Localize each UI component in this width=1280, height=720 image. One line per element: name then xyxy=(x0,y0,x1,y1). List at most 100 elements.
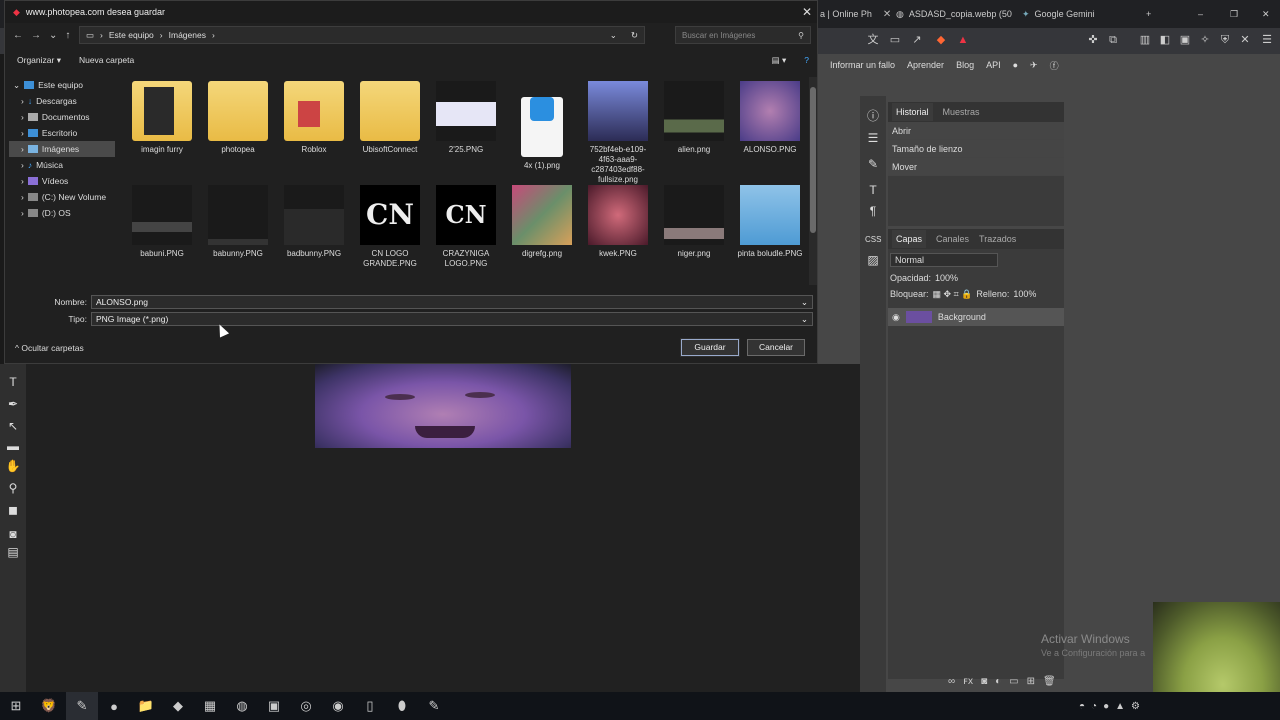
paragraph-icon[interactable]: ¶ xyxy=(865,203,881,219)
translate-icon[interactable]: 文 xyxy=(866,33,880,47)
menu-learn[interactable]: Aprender xyxy=(907,60,944,70)
nav-item-music[interactable]: › ♪ Música xyxy=(9,157,115,173)
character-icon[interactable]: T xyxy=(865,182,881,198)
file-item[interactable]: photopea xyxy=(203,81,273,155)
lock-icon[interactable]: ▦ ✥ ⌗ 🔒 xyxy=(933,289,973,300)
nav-item-videos[interactable]: › Vídeos xyxy=(9,173,115,189)
file-item[interactable]: babunny.PNG xyxy=(203,185,273,259)
brave-rewards-icon[interactable]: ▲ xyxy=(956,33,970,47)
hide-folders-toggle[interactable]: ^ Ocultar carpetas xyxy=(15,343,84,353)
app-icon[interactable]: ◍ xyxy=(226,692,258,720)
back-icon[interactable]: ← xyxy=(13,30,23,41)
share-icon[interactable]: ↗ xyxy=(910,33,924,47)
notepad-icon[interactable]: ▯ xyxy=(354,692,386,720)
menu-icon[interactable]: ☰ xyxy=(1260,33,1274,47)
screenshot-icon[interactable]: ⧉ xyxy=(1106,33,1120,47)
app-icon[interactable]: ▣ xyxy=(258,692,290,720)
menu-blog[interactable]: Blog xyxy=(956,60,974,70)
trash-icon[interactable]: 🗑 xyxy=(1043,676,1056,687)
nav-item-drive-d[interactable]: › (D:) OS xyxy=(9,205,115,221)
file-item[interactable]: Roblox xyxy=(279,81,349,155)
path-select-icon[interactable]: ↖ xyxy=(5,418,21,434)
steam-icon[interactable]: ◎ xyxy=(290,692,322,720)
link-icon[interactable]: ∞ xyxy=(948,676,955,687)
file-item[interactable]: digrefg.png xyxy=(507,185,577,259)
maximize-button[interactable]: ❐ xyxy=(1230,4,1240,24)
breadcrumb-item[interactable]: Este equipo xyxy=(109,30,154,40)
fill-value[interactable]: 100% xyxy=(1013,289,1036,300)
pen-tool-icon[interactable]: ✒ xyxy=(5,396,21,412)
wallet-icon[interactable]: ▣ xyxy=(1178,33,1192,47)
brave-shield-icon[interactable]: ◆ xyxy=(934,33,948,47)
filename-input[interactable]: ALONSO.png ⌄ xyxy=(91,295,813,309)
tab-layers[interactable]: Capas xyxy=(892,230,927,248)
breadcrumb-item[interactable]: Imágenes xyxy=(169,30,206,40)
menu-report-bug[interactable]: Informar un fallo xyxy=(830,60,895,70)
history-item[interactable]: Abrir xyxy=(888,122,1064,140)
chevron-down-icon[interactable]: ⌄ xyxy=(49,30,57,41)
file-explorer-icon[interactable]: 📁 xyxy=(130,692,162,720)
history-item[interactable]: Mover xyxy=(888,158,1064,176)
color-swatch-icon[interactable]: ◼ xyxy=(5,502,21,518)
file-item[interactable]: CN CRAZYNIGA LOGO.PNG xyxy=(431,185,501,269)
start-icon[interactable]: ⊞ xyxy=(0,692,32,720)
tab-channels[interactable]: Canales xyxy=(936,234,969,244)
file-item[interactable]: 2'25.PNG xyxy=(431,81,501,155)
organize-button[interactable]: Organizar ▾ xyxy=(17,55,61,66)
brush-icon[interactable]: ✎ xyxy=(865,156,881,172)
filetype-select[interactable]: PNG Image (*.png) ⌄ xyxy=(91,312,813,326)
image-icon[interactable]: ▨ xyxy=(865,252,881,268)
app-icon[interactable]: ◉ xyxy=(322,692,354,720)
close-extension-icon[interactable]: ✕ xyxy=(1238,33,1252,47)
file-item[interactable]: 752bf4eb-e109-4f63-aaa9-c287403edf88-ful… xyxy=(583,81,653,185)
vpn-icon[interactable]: ⛨ xyxy=(1218,33,1232,47)
history-item[interactable]: Tamaño de lienzo xyxy=(888,140,1064,158)
twitter-icon[interactable]: ✈ xyxy=(1030,60,1038,71)
close-window-button[interactable]: ✕ xyxy=(1262,4,1272,24)
hand-tool-icon[interactable]: ✋ xyxy=(5,458,21,474)
minimize-button[interactable]: – xyxy=(1198,4,1208,24)
opacity-value[interactable]: 100% xyxy=(935,273,958,283)
app-icon[interactable]: ◆ xyxy=(162,692,194,720)
folder-icon[interactable]: ▭ xyxy=(1009,676,1018,687)
up-icon[interactable]: ↑ xyxy=(65,30,70,41)
brave-icon[interactable]: 🦁 xyxy=(32,692,66,720)
mask-icon[interactable]: ◙ xyxy=(981,676,987,687)
blend-mode-select[interactable]: Normal xyxy=(890,253,998,267)
scrollbar-thumb[interactable] xyxy=(810,87,816,233)
reddit-icon[interactable]: ● xyxy=(1013,60,1018,70)
calculator-icon[interactable]: ▦ xyxy=(194,692,226,720)
tray-icon[interactable]: ● xyxy=(1103,701,1109,712)
nav-item-pictures[interactable]: › Imágenes xyxy=(9,141,115,157)
search-input[interactable]: Buscar en Imágenes ⚲ xyxy=(675,26,811,44)
forward-icon[interactable]: → xyxy=(31,30,41,41)
file-item[interactable]: badbunny.PNG xyxy=(279,185,349,259)
fx-icon[interactable]: ꜰx xyxy=(963,676,973,687)
nav-item-documents[interactable]: › Documentos xyxy=(9,109,115,125)
tab-gemini[interactable]: ✦ Google Gemini xyxy=(1022,4,1132,24)
view-icon[interactable]: ▤ ▾ xyxy=(772,55,787,66)
new-folder-button[interactable]: Nueva carpeta xyxy=(79,55,134,65)
layer-row[interactable]: ◉ Background xyxy=(888,308,1064,326)
tab-photopea[interactable]: a | Online Ph ✕ xyxy=(820,4,890,24)
quick-mask-icon[interactable]: ◙ xyxy=(5,526,21,542)
help-icon[interactable]: ? xyxy=(804,55,809,65)
file-item[interactable]: babuni.PNG xyxy=(127,185,197,259)
adjustment-layer-icon[interactable]: ◐ xyxy=(995,676,1001,687)
eye-icon[interactable]: ◉ xyxy=(892,312,900,323)
app-icon[interactable]: ⬮ xyxy=(386,692,418,720)
info-icon[interactable]: ⓘ xyxy=(865,108,881,124)
type-tool-icon[interactable]: T xyxy=(5,374,21,390)
menu-api[interactable]: API xyxy=(986,60,1001,70)
install-icon[interactable]: ▭ xyxy=(888,33,902,47)
tray-icon[interactable]: ▲ xyxy=(1115,701,1125,712)
file-item[interactable]: ALONSO.PNG xyxy=(735,81,805,155)
nav-item-downloads[interactable]: › ↓ Descargas xyxy=(9,93,115,109)
rectangle-tool-icon[interactable]: ▬ xyxy=(5,438,21,454)
file-item[interactable]: alien.png xyxy=(659,81,729,155)
save-button[interactable]: Guardar xyxy=(680,338,740,357)
close-icon[interactable]: ✕ xyxy=(799,3,815,21)
new-tab-button[interactable]: + xyxy=(1146,4,1158,24)
firefox-icon[interactable]: ● xyxy=(98,692,130,720)
leo-icon[interactable]: ✧ xyxy=(1198,33,1212,47)
